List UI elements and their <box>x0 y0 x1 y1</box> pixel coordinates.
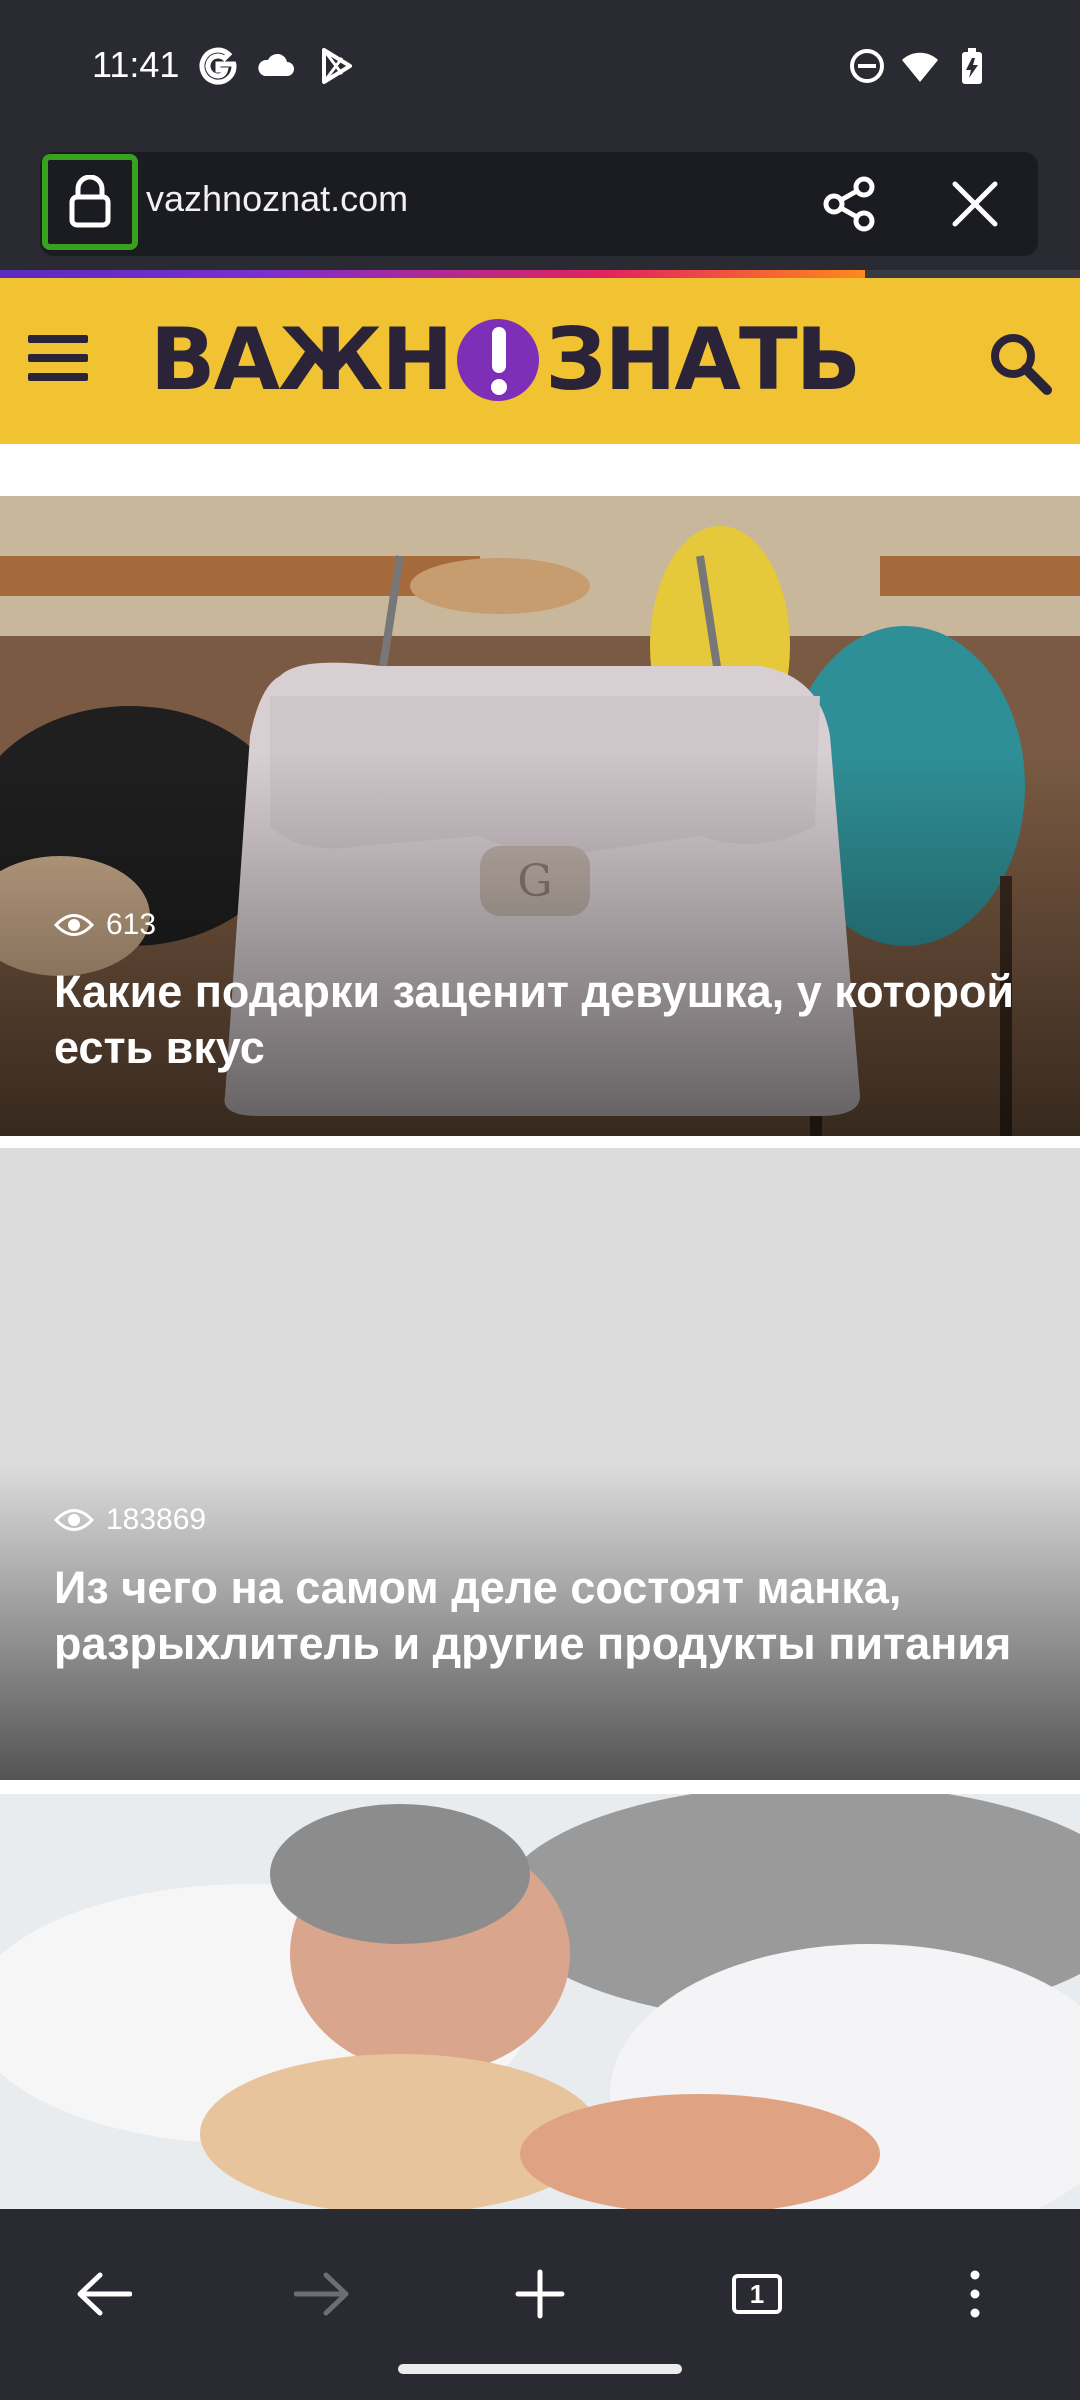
site-info-button[interactable] <box>42 154 138 250</box>
lock-icon <box>69 175 111 228</box>
site-logo[interactable]: ВАЖН ЗНАТЬ <box>150 310 940 410</box>
wifi-icon <box>902 52 938 82</box>
url-text[interactable]: vazhnoznat.com <box>146 178 408 220</box>
status-bar: 11:41 <box>0 0 1080 140</box>
tabs-button[interactable]: 1 <box>717 2259 797 2329</box>
address-bar[interactable]: vazhnoznat.com <box>40 152 1038 256</box>
play-store-icon <box>322 48 352 84</box>
article-title[interactable]: Из чего на самом деле состоят манка, раз… <box>54 1560 1034 1672</box>
dnd-icon <box>850 49 884 83</box>
view-count: 183869 <box>106 1503 207 1536</box>
plus-icon <box>515 2269 565 2319</box>
article-title[interactable]: Какие подарки заценит девушка, у которой… <box>54 964 1034 1076</box>
view-count: 613 <box>106 908 157 941</box>
view-counter: 183869 <box>54 1503 206 1537</box>
forward-button[interactable] <box>282 2259 362 2329</box>
new-tab-button[interactable] <box>500 2259 580 2329</box>
close-button[interactable] <box>945 174 1005 234</box>
gesture-home-indicator[interactable] <box>398 2364 682 2374</box>
menu-icon[interactable] <box>28 333 88 383</box>
exclamation-logo-icon <box>457 319 540 401</box>
back-arrow-icon <box>77 2272 132 2316</box>
article-card[interactable]: 183869 Из чего на самом деле состоят ман… <box>0 1148 1080 1780</box>
battery-icon <box>962 48 982 84</box>
share-icon <box>823 176 875 232</box>
article-card[interactable]: G 613 Какие подарки заценит девушка, у к… <box>0 496 1080 1136</box>
search-icon[interactable] <box>985 328 1055 398</box>
eye-icon <box>54 1509 94 1531</box>
image-gradient-overlay <box>0 752 1080 1136</box>
browser-toolbar: vazhnoznat.com <box>0 140 1080 270</box>
page-load-progress <box>0 270 865 278</box>
forward-arrow-icon <box>294 2272 349 2316</box>
more-vert-icon <box>970 2270 980 2318</box>
logo-text-left: ВАЖН <box>150 310 453 410</box>
article-card[interactable] <box>0 1794 1080 2209</box>
site-header: ВАЖН ЗНАТЬ <box>0 278 1080 444</box>
close-icon <box>952 181 998 227</box>
article-image-sleeping-couple <box>0 1794 1080 2209</box>
more-menu-button[interactable] <box>935 2259 1015 2329</box>
tabs-icon: 1 <box>732 2274 782 2314</box>
cloud-icon <box>258 53 294 76</box>
view-counter: 613 <box>54 908 156 942</box>
back-button[interactable] <box>64 2259 144 2329</box>
logo-text-right: ЗНАТЬ <box>545 310 861 410</box>
article-feed: G 613 Какие подарки заценит девушка, у к… <box>0 444 1080 2209</box>
share-button[interactable] <box>820 174 880 234</box>
google-icon <box>199 47 237 85</box>
page-load-progress-track <box>865 270 1080 278</box>
status-time: 11:41 <box>92 44 180 85</box>
eye-icon <box>54 914 94 936</box>
